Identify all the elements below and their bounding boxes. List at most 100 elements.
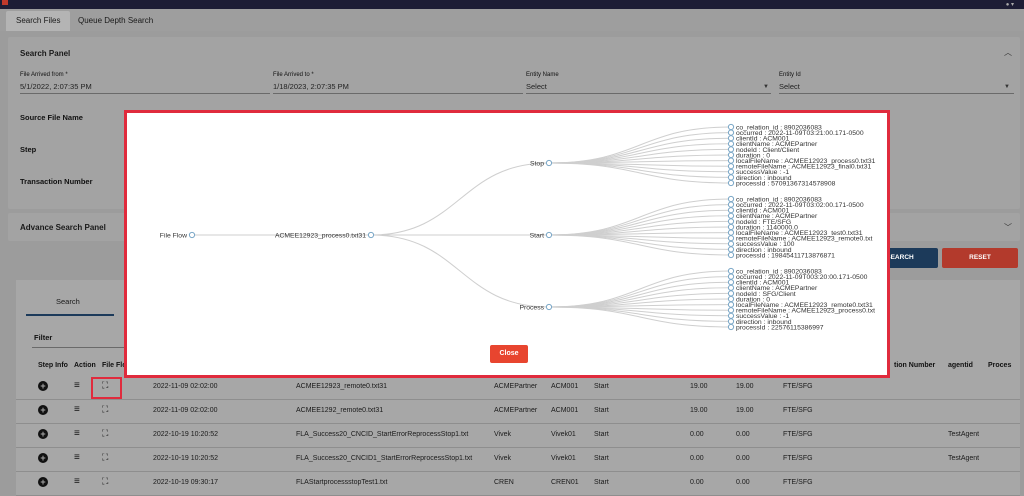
cell-protocol: FTE/SFG	[783, 479, 813, 486]
expand-icon[interactable]: ⛶	[102, 404, 108, 415]
menu-icon[interactable]: ≡	[74, 404, 80, 415]
entity-name-select[interactable]: Select	[526, 82, 547, 91]
tree-leaf-node[interactable]	[727, 229, 735, 236]
dropdown-arrow-icon[interactable]: ▼	[763, 84, 769, 90]
tree-leaf-node[interactable]	[727, 290, 735, 297]
tree-leaf-node[interactable]	[727, 179, 735, 187]
table-row: + ≡ ⛶ 2022-11-09 02:02:00 ACMEE12923_rem…	[16, 376, 1020, 400]
tree-leaf-node[interactable]	[727, 151, 735, 159]
cell-date: 2022-11-09 02:02:00	[153, 383, 218, 390]
menu-icon[interactable]: ≡	[74, 380, 80, 391]
cell-value2: 0.00	[736, 455, 750, 462]
chevron-up-icon[interactable]: ︿	[1004, 47, 1012, 58]
plus-circle-icon[interactable]: +	[38, 477, 48, 487]
tree-leaf-node[interactable]	[727, 284, 735, 291]
expand-icon[interactable]: ⛶	[102, 476, 108, 487]
tree-leaf-node[interactable]	[727, 207, 735, 214]
search-panel-title: Search Panel	[20, 49, 71, 58]
header-process[interactable]: Proces	[988, 362, 1011, 369]
cell-step: Start	[594, 407, 609, 414]
tree-branch-node[interactable]	[545, 231, 553, 239]
tree-leaf-node[interactable]	[727, 267, 735, 275]
entity-id-select[interactable]: Select	[779, 82, 800, 91]
tree-leaf-node[interactable]	[727, 168, 735, 175]
menu-icon[interactable]: ≡	[74, 428, 80, 439]
tree-leaf-node[interactable]	[727, 123, 735, 131]
header-action[interactable]: Action	[74, 362, 96, 369]
tree-root-node[interactable]	[188, 231, 196, 239]
tree-leaf-node[interactable]	[727, 312, 735, 319]
menu-icon[interactable]: ≡	[74, 452, 80, 463]
plus-circle-icon[interactable]: +	[38, 429, 48, 439]
tree-leaf-node[interactable]	[727, 323, 735, 331]
entity-id-label: Entity Id	[779, 72, 801, 78]
tree-leaf-node[interactable]	[727, 273, 735, 280]
tab-search-files[interactable]: Search Files	[6, 11, 71, 31]
user-icon[interactable]: ● ▾	[1006, 1, 1014, 8]
tree-leaf-node[interactable]	[727, 223, 735, 231]
tree-branch-label: Stop	[530, 160, 544, 167]
tree-leaf-node[interactable]	[727, 246, 735, 253]
cell-id: Vivek01	[551, 455, 576, 462]
active-tab-indicator	[26, 314, 114, 316]
entity-name-label: Entity Name	[526, 72, 559, 78]
dropdown-arrow-icon[interactable]: ▼	[1004, 84, 1010, 90]
tab-search[interactable]: Search	[56, 297, 80, 306]
field-underline	[779, 93, 1014, 94]
file-arrived-to-input[interactable]: 1/18/2023, 2:07:35 PM	[273, 82, 349, 91]
tree-link	[548, 132, 732, 164]
tree-branch-node[interactable]	[545, 159, 553, 167]
tree-link	[548, 204, 732, 236]
cell-date: 2022-10-19 10:20:52	[153, 431, 218, 438]
tree-branch-node[interactable]	[545, 303, 553, 311]
tree-leaf-node[interactable]	[727, 240, 735, 247]
tree-leaf-node[interactable]	[727, 201, 735, 208]
tree-leaf-node[interactable]	[727, 129, 735, 136]
tree-leaf-node[interactable]	[727, 295, 735, 303]
tree-leaf-node[interactable]	[727, 146, 735, 153]
header-transaction-number[interactable]: tion Number	[894, 362, 935, 369]
tree-leaf-node[interactable]	[727, 279, 735, 286]
tree-leaf-node[interactable]	[727, 157, 735, 164]
tree-leaf-node[interactable]	[727, 135, 735, 142]
cell-id: CREN01	[551, 479, 579, 486]
cell-value1: 0.00	[690, 479, 704, 486]
reset-button[interactable]: RESET	[942, 248, 1018, 268]
tree-leaf-node[interactable]	[727, 140, 735, 147]
tree-leaf-node[interactable]	[727, 218, 735, 225]
close-button[interactable]: Close	[490, 345, 528, 363]
tab-queue-depth-search[interactable]: Queue Depth Search	[68, 11, 163, 31]
header-agentid[interactable]: agentid	[948, 362, 973, 369]
chevron-down-icon[interactable]: ﹀	[1004, 222, 1012, 233]
expand-icon[interactable]: ⛶	[102, 452, 108, 463]
plus-circle-icon[interactable]: +	[38, 381, 48, 391]
table-row: + ≡ ⛶ 2022-10-19 09:30:17 FLAStartproces…	[16, 472, 1020, 496]
tree-leaf-node[interactable]	[727, 251, 735, 259]
tree-leaf-node[interactable]	[727, 318, 735, 325]
tree-leaf-node[interactable]	[727, 174, 735, 181]
cell-id: ACM001	[551, 407, 579, 414]
filter-label[interactable]: Filter	[34, 333, 52, 342]
menu-icon[interactable]: ≡	[74, 476, 80, 487]
tree-leaf-node[interactable]	[727, 163, 735, 170]
expand-icon[interactable]: ⛶	[102, 428, 108, 439]
tree-leaf-node[interactable]	[727, 195, 735, 203]
table-row: + ≡ ⛶ 2022-10-19 10:20:52 FLA_Success20_…	[16, 448, 1020, 472]
tree-link	[370, 162, 550, 236]
plus-circle-icon[interactable]: +	[38, 453, 48, 463]
tree-file-node[interactable]	[367, 231, 375, 239]
tree-leaf-node[interactable]	[727, 235, 735, 242]
file-flow-modal: File Flow ACMEE12923_process0.txt31 Stop co…	[124, 110, 890, 378]
tree-leaf-node[interactable]	[727, 212, 735, 219]
tree-leaf-node[interactable]	[727, 307, 735, 314]
tree-link	[548, 306, 732, 322]
plus-circle-icon[interactable]: +	[38, 405, 48, 415]
tree-root-label: File Flow	[160, 232, 187, 239]
header-step-info[interactable]: Step Info	[38, 362, 68, 369]
tree-leaf-node[interactable]	[727, 301, 735, 308]
file-arrived-from-input[interactable]: 5/1/2022, 2:07:35 PM	[20, 82, 92, 91]
cell-value2: 19.00	[736, 407, 754, 414]
cell-value1: 0.00	[690, 455, 704, 462]
top-bar: ● ▾	[0, 0, 1024, 9]
cell-date: 2022-11-09 02:02:00	[153, 407, 218, 414]
